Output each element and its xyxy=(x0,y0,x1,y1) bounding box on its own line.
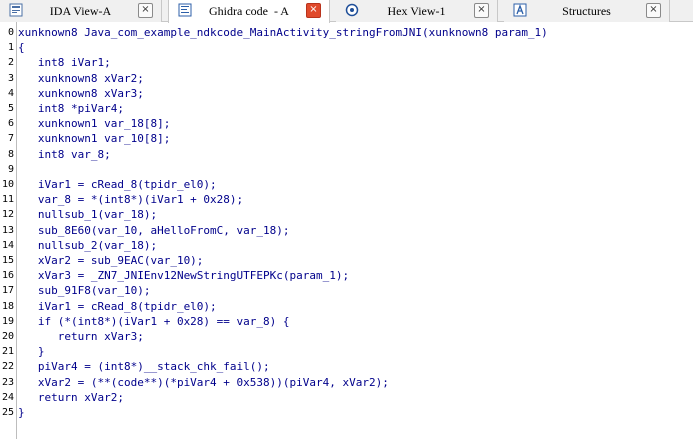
code-text[interactable]: { xyxy=(18,40,25,55)
code-text[interactable]: var_8 = *(int8*)(iVar1 + 0x28); xyxy=(18,192,243,207)
code-line[interactable]: 3 xunknown8 xVar2; xyxy=(0,71,693,86)
code-text[interactable]: xunknown8 xVar3; xyxy=(18,86,144,101)
code-text[interactable]: int8 var_8; xyxy=(18,147,111,162)
line-number: 3 xyxy=(7,72,14,84)
line-number: 0 xyxy=(7,27,14,38)
code-text[interactable]: sub_8E60(var_10, aHelloFromC, var_18); xyxy=(18,223,290,238)
line-number: 6 xyxy=(7,118,14,130)
code-line[interactable]: 22 piVar4 = (int8*)__stack_chk_fail(); xyxy=(0,359,693,374)
code-text[interactable]: } xyxy=(18,344,45,359)
code-line[interactable]: 10 iVar1 = cRead_8(tpidr_el0); xyxy=(0,177,693,192)
code-line[interactable]: 12 nullsub_1(var_18); xyxy=(0,207,693,222)
tab-ida-view-a[interactable]: IDA View-A × xyxy=(0,0,162,22)
code-line[interactable]: 14 nullsub_2(var_18); xyxy=(0,238,693,253)
code-line[interactable]: 2 int8 iVar1; xyxy=(0,55,693,70)
line-number: 5 xyxy=(7,103,14,114)
close-icon[interactable]: × xyxy=(474,3,489,18)
line-number: 2 xyxy=(7,57,14,69)
code-text[interactable]: return xVar3; xyxy=(18,329,144,344)
line-number: 9 xyxy=(7,163,14,175)
line-number: 4 xyxy=(7,87,14,99)
line-number: 25 xyxy=(2,407,15,418)
code-line[interactable]: 24 return xVar2; xyxy=(0,390,693,405)
line-number: 1 xyxy=(7,42,14,54)
code-line[interactable]: 7 xunknown1 var_10[8]; xyxy=(0,131,693,146)
tab-ghidra-code[interactable]: Ghidra code - A × xyxy=(168,0,330,23)
line-number: 22 xyxy=(2,361,15,373)
code-text[interactable]: } xyxy=(18,405,25,420)
code-text[interactable]: return xVar2; xyxy=(18,390,124,405)
code-text[interactable]: nullsub_2(var_18); xyxy=(18,238,157,253)
code-line[interactable]: 6 xunknown1 var_18[8]; xyxy=(0,116,693,131)
code-line[interactable]: 19 if (*(int8*)(iVar1 + 0x28) == var_8) … xyxy=(0,314,693,329)
line-number: 14 xyxy=(2,239,15,251)
close-icon[interactable]: × xyxy=(306,3,321,18)
code-line[interactable]: 11 var_8 = *(int8*)(iVar1 + 0x28); xyxy=(0,192,693,207)
tab-label: Structures xyxy=(562,4,611,18)
code-line[interactable]: 5 int8 *piVar4; xyxy=(0,101,693,116)
code-line[interactable]: 13 sub_8E60(var_10, aHelloFromC, var_18)… xyxy=(0,223,693,238)
line-number: 8 xyxy=(7,148,14,160)
code-line[interactable]: 25} xyxy=(0,405,693,420)
code-line[interactable]: 0 xunknown8 Java_com_example_ndkcode_Main… xyxy=(0,25,693,40)
tab-label: Ghidra code - A xyxy=(209,4,289,18)
code-text[interactable]: iVar1 = cRead_8(tpidr_el0); xyxy=(18,299,217,314)
line-number: 24 xyxy=(2,391,15,403)
code-line[interactable]: 20 return xVar3; xyxy=(0,329,693,344)
line-number: 19 xyxy=(2,315,15,327)
code-text[interactable]: int8 iVar1; xyxy=(18,55,111,70)
line-number: 21 xyxy=(2,346,15,358)
line-number: 13 xyxy=(2,224,15,236)
code-line[interactable]: 17 sub_91F8(var_10); xyxy=(0,283,693,298)
code-text[interactable]: xunknown1 var_18[8]; xyxy=(18,116,170,131)
code-text[interactable]: nullsub_1(var_18); xyxy=(18,207,157,222)
close-icon[interactable]: × xyxy=(646,3,661,18)
line-number: 11 xyxy=(2,194,15,206)
line-number: 15 xyxy=(2,255,15,266)
code-text[interactable]: if (*(int8*)(iVar1 + 0x28) == var_8) { xyxy=(18,314,290,329)
close-icon[interactable]: × xyxy=(138,3,153,18)
code-line[interactable]: 21 } xyxy=(0,344,693,359)
code-text[interactable]: xVar2 = sub_9EAC(var_10); xyxy=(18,253,204,268)
tab-label: Hex View-1 xyxy=(387,4,446,18)
line-number: 17 xyxy=(2,285,15,297)
line-number: 23 xyxy=(2,376,15,388)
line-number: 18 xyxy=(2,300,15,312)
code-line[interactable]: 4 xunknown8 xVar3; xyxy=(0,86,693,101)
code-line[interactable]: 1{ xyxy=(0,40,693,55)
code-line[interactable]: 8 int8 var_8; xyxy=(0,147,693,162)
tab-label: IDA View-A xyxy=(49,4,112,18)
code-line[interactable]: 23 xVar2 = (**(code**)(*piVar4 + 0x538))… xyxy=(0,375,693,390)
line-number: 12 xyxy=(2,209,15,221)
code-text[interactable]: xunknown1 var_10[8]; xyxy=(18,131,170,146)
code-text[interactable]: sub_91F8(var_10); xyxy=(18,283,151,298)
code-text[interactable]: xVar2 = (**(code**)(*piVar4 + 0x538))(pi… xyxy=(18,375,389,390)
code-text[interactable]: xunknown8 xVar2; xyxy=(18,71,144,86)
code-text[interactable]: xunknown8 Java_com_example_ndkcode_MainA… xyxy=(18,25,548,40)
tab-hex-view-1[interactable]: Hex View-1 × xyxy=(336,0,498,22)
tab-bar: IDA View-A × Ghidra code - A × Hex View-… xyxy=(0,0,693,23)
code-line[interactable]: 9 xyxy=(0,162,693,177)
line-number: 7 xyxy=(7,133,14,145)
line-number: 16 xyxy=(2,270,15,282)
line-number: 10 xyxy=(2,179,15,190)
line-number: 20 xyxy=(2,331,15,342)
code-line[interactable]: 16 xVar3 = _ZN7_JNIEnv12NewStringUTFEPKc… xyxy=(0,268,693,283)
code-editor[interactable]: 0 xunknown8 Java_com_example_ndkcode_Main… xyxy=(0,22,693,439)
code-text[interactable]: int8 *piVar4; xyxy=(18,101,124,116)
code-text[interactable]: xVar3 = _ZN7_JNIEnv12NewStringUTFEPKc(pa… xyxy=(18,268,349,283)
code-text[interactable]: piVar4 = (int8*)__stack_chk_fail(); xyxy=(18,359,270,374)
code-line[interactable]: 15 xVar2 = sub_9EAC(var_10); xyxy=(0,253,693,268)
code-line[interactable]: 18 iVar1 = cRead_8(tpidr_el0); xyxy=(0,299,693,314)
code-text[interactable]: iVar1 = cRead_8(tpidr_el0); xyxy=(18,177,217,192)
tab-structures[interactable]: Structures × xyxy=(504,0,670,22)
